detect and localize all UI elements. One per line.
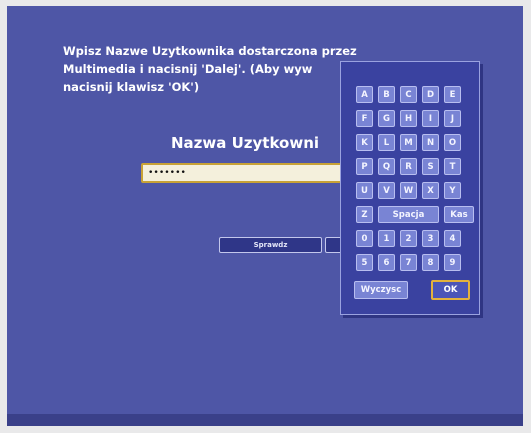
check-button[interactable]: Sprawdz — [219, 237, 322, 253]
key-3[interactable]: 3 — [422, 230, 439, 247]
key-l[interactable]: L — [378, 134, 395, 151]
key-o[interactable]: O — [444, 134, 461, 151]
key-p[interactable]: P — [356, 158, 373, 175]
key-0[interactable]: 0 — [356, 230, 373, 247]
bottom-band — [7, 414, 523, 426]
on-screen-keyboard: A B C D E F G H I J K L M N O P Q R S T … — [340, 61, 480, 315]
key-m[interactable]: M — [400, 134, 417, 151]
key-5[interactable]: 5 — [356, 254, 373, 271]
key-n[interactable]: N — [422, 134, 439, 151]
username-field-title: Nazwa Uzytkowni — [171, 134, 320, 152]
tv-screen: Wpisz Nazwe Uzytkownika dostarczona prze… — [7, 6, 523, 426]
ok-key[interactable]: OK — [431, 280, 470, 300]
key-9[interactable]: 9 — [444, 254, 461, 271]
key-y[interactable]: Y — [444, 182, 461, 199]
key-r[interactable]: R — [400, 158, 417, 175]
key-i[interactable]: I — [422, 110, 439, 127]
key-s[interactable]: S — [422, 158, 439, 175]
key-e[interactable]: E — [444, 86, 461, 103]
key-b[interactable]: B — [378, 86, 395, 103]
key-z[interactable]: Z — [356, 206, 373, 223]
key-a[interactable]: A — [356, 86, 373, 103]
delete-key[interactable]: Kas — [444, 206, 474, 223]
key-k[interactable]: K — [356, 134, 373, 151]
key-f[interactable]: F — [356, 110, 373, 127]
key-2[interactable]: 2 — [400, 230, 417, 247]
key-u[interactable]: U — [356, 182, 373, 199]
key-4[interactable]: 4 — [444, 230, 461, 247]
key-d[interactable]: D — [422, 86, 439, 103]
key-g[interactable]: G — [378, 110, 395, 127]
key-8[interactable]: 8 — [422, 254, 439, 271]
key-c[interactable]: C — [400, 86, 417, 103]
key-j[interactable]: J — [444, 110, 461, 127]
key-q[interactable]: Q — [378, 158, 395, 175]
key-w[interactable]: W — [400, 182, 417, 199]
key-7[interactable]: 7 — [400, 254, 417, 271]
key-h[interactable]: H — [400, 110, 417, 127]
key-1[interactable]: 1 — [378, 230, 395, 247]
key-x[interactable]: X — [422, 182, 439, 199]
key-6[interactable]: 6 — [378, 254, 395, 271]
space-key[interactable]: Spacja — [378, 206, 439, 223]
key-v[interactable]: V — [378, 182, 395, 199]
key-t[interactable]: T — [444, 158, 461, 175]
clear-key[interactable]: Wyczysc — [354, 281, 408, 299]
username-input[interactable]: ••••••• — [141, 163, 346, 183]
